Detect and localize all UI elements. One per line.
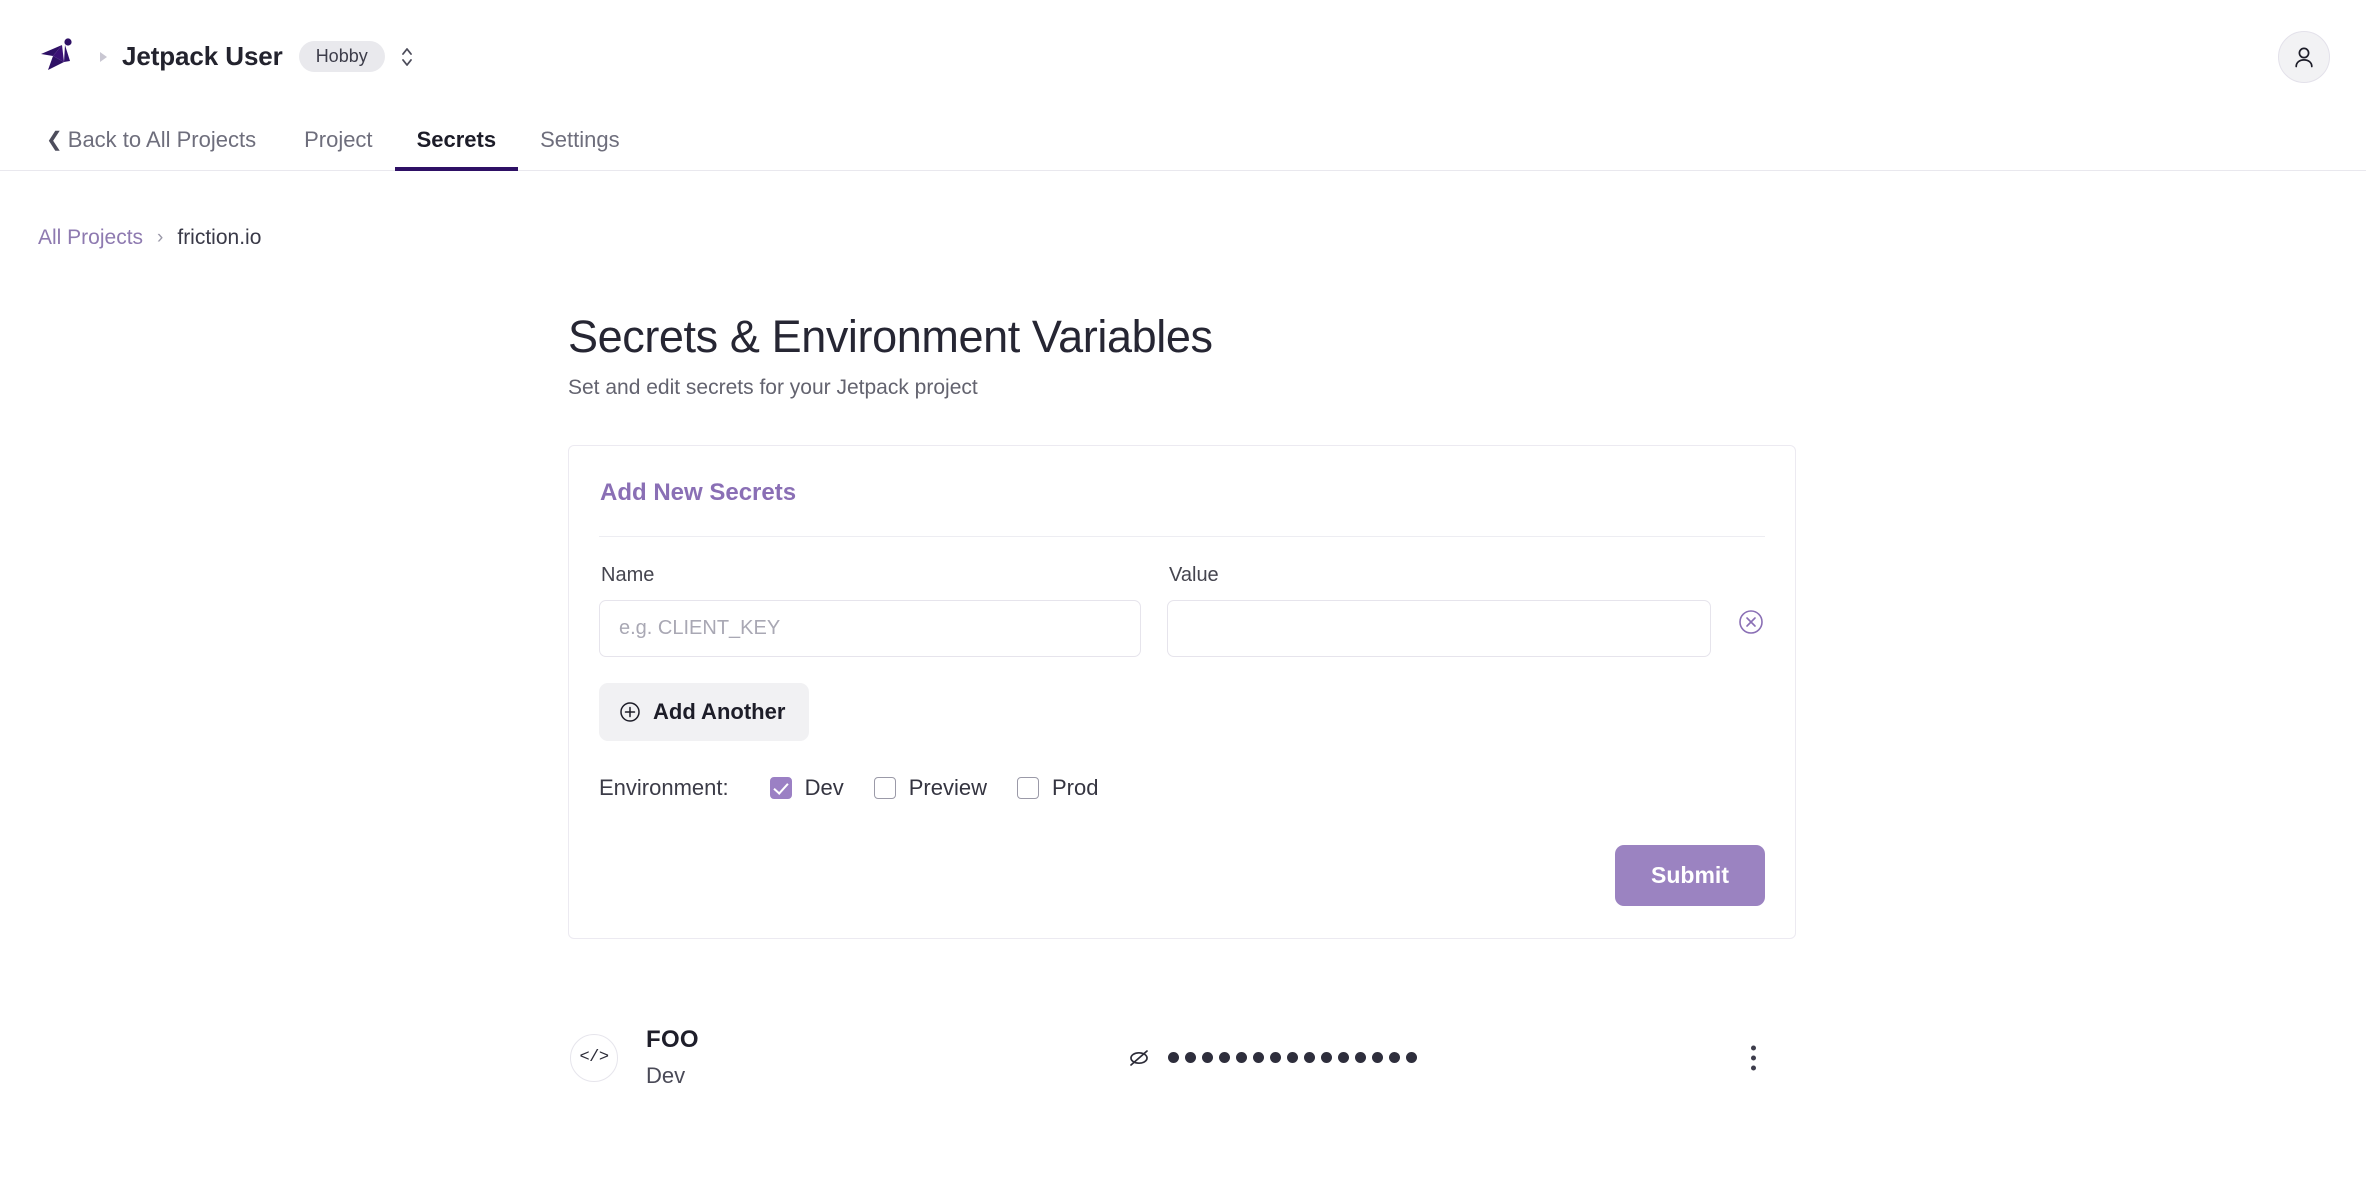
card-title: Add New Secrets — [600, 478, 797, 506]
name-input[interactable] — [599, 599, 1142, 657]
kebab-menu-icon[interactable] — [1741, 1039, 1766, 1076]
add-another-button[interactable]: Add Another — [599, 682, 810, 741]
secret-input-row: Name Value — [599, 564, 1765, 657]
user-avatar-icon — [2295, 47, 2313, 67]
breadcrumb-all-projects[interactable]: All Projects — [38, 226, 143, 250]
breadcrumb-current-project: friction.io — [177, 226, 262, 249]
nav-tabs: ❮ Back to All Projects Project Secrets S… — [0, 113, 2366, 171]
jetpack-logo-icon[interactable] — [38, 36, 80, 78]
page-title: Secrets & Environment Variables — [568, 311, 1213, 362]
add-another-label: Add Another — [653, 698, 786, 724]
top-bar: Jetpack User Hobby — [0, 0, 2366, 113]
value-field-label: Value — [1169, 563, 1219, 586]
brand-group: Jetpack User Hobby — [38, 36, 415, 78]
eye-off-icon[interactable] — [1126, 1045, 1152, 1071]
tab-settings-label: Settings — [540, 127, 620, 152]
name-field-group: Name — [599, 563, 1142, 657]
secret-row[interactable]: </> FOO Dev — [568, 1002, 1796, 1114]
env-checkbox-dev[interactable]: Dev — [769, 774, 844, 801]
name-field-label: Name — [601, 563, 655, 586]
value-field-group: Value — [1167, 564, 1711, 657]
environment-selector: Environment: Dev Preview Prod — [599, 775, 1765, 801]
submit-row: Submit — [599, 844, 1765, 906]
env-checkbox-dev-label: Dev — [804, 774, 844, 800]
page-subtitle: Set and edit secrets for your Jetpack pr… — [568, 375, 978, 399]
back-to-all-projects-link[interactable]: ❮ Back to All Projects — [38, 127, 282, 170]
account-name: Jetpack User — [122, 41, 283, 71]
chevron-right-icon: › — [157, 227, 164, 248]
env-checkbox-preview-label: Preview — [908, 774, 987, 800]
secret-environment: Dev — [646, 1063, 686, 1088]
secrets-list: </> FOO Dev — [568, 1002, 1796, 1114]
circle-x-icon — [1739, 609, 1763, 634]
value-input[interactable] — [1167, 599, 1711, 657]
breadcrumb: All Projects › friction.io — [0, 226, 2366, 250]
checkbox-box — [1017, 776, 1039, 799]
tab-project[interactable]: Project — [282, 127, 394, 170]
tab-secrets[interactable]: Secrets — [394, 127, 519, 171]
environment-label: Environment: — [599, 774, 729, 800]
code-brackets-icon: </> — [570, 1033, 618, 1082]
checkbox-box — [873, 776, 896, 799]
secret-name: FOO — [646, 1026, 699, 1053]
tab-settings[interactable]: Settings — [518, 127, 642, 170]
checkbox-box — [769, 776, 792, 799]
chevron-left-icon: ❮ — [46, 129, 63, 151]
secret-meta: FOO Dev — [646, 1026, 1126, 1089]
tab-secrets-label: Secrets — [416, 127, 497, 152]
plan-badge: Hobby — [298, 41, 385, 72]
chevron-up-down-icon[interactable] — [399, 44, 415, 70]
add-new-secrets-card: Add New Secrets Name Value — [568, 444, 1796, 939]
env-checkbox-prod[interactable]: Prod — [1017, 775, 1098, 801]
plus-circle-icon — [620, 701, 640, 722]
secret-masked-value — [1168, 1052, 1417, 1063]
tab-project-label: Project — [304, 127, 373, 152]
triangle-right-icon — [96, 50, 110, 64]
secret-value-group — [1126, 1045, 1417, 1071]
back-to-all-projects-label: Back to All Projects — [67, 127, 257, 152]
card-divider — [599, 535, 1765, 537]
main-content: Secrets & Environment Variables Set and … — [0, 312, 2366, 1114]
avatar[interactable] — [2278, 30, 2330, 83]
remove-secret-row-button[interactable] — [1737, 608, 1765, 636]
env-checkbox-prod-label: Prod — [1052, 774, 1099, 800]
env-checkbox-preview[interactable]: Preview — [873, 774, 987, 801]
submit-button[interactable]: Submit — [1615, 844, 1765, 906]
